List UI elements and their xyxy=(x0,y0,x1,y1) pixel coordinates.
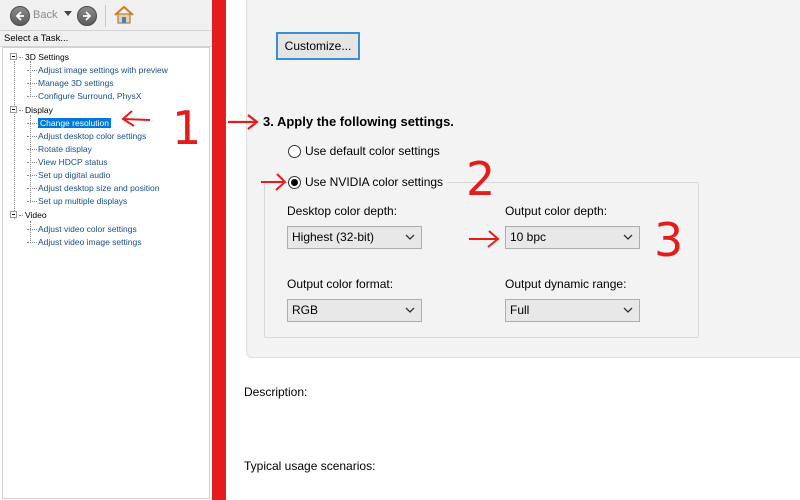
tree-item-label: Configure Surround, PhysX xyxy=(38,91,142,101)
collapse-toggle-icon[interactable] xyxy=(10,106,17,114)
output-color-depth-label: Output color depth: xyxy=(505,204,608,218)
radio-button[interactable] xyxy=(288,144,301,158)
tree-item-multiple-displays[interactable]: Set up multiple displays xyxy=(27,195,127,207)
chevron-down-icon xyxy=(405,307,415,313)
annotation-number-1: 1 xyxy=(172,101,202,155)
output-dynamic-range-label: Output dynamic range: xyxy=(505,277,627,291)
tree-item-manage-3d-settings[interactable]: Manage 3D settings xyxy=(27,77,114,89)
tree-item-video-image[interactable]: Adjust video image settings xyxy=(27,236,141,248)
back-button[interactable] xyxy=(10,6,30,26)
radio-nvidia-color[interactable]: Use NVIDIA color settings xyxy=(288,175,448,189)
toolbar-separator xyxy=(105,5,106,27)
annotation-arrow-3 xyxy=(469,230,500,248)
chevron-down-icon xyxy=(623,307,633,313)
tree-item-desktop-size[interactable]: Adjust desktop size and position xyxy=(27,182,159,194)
select-value: 10 bpc xyxy=(510,230,547,244)
chevron-down-icon xyxy=(405,234,415,240)
tree-item-adjust-desktop-color[interactable]: Adjust desktop color settings xyxy=(27,130,146,142)
radio-button-selected[interactable] xyxy=(288,175,301,189)
select-value: RGB xyxy=(292,303,319,317)
output-color-depth-select[interactable]: 10 bpc xyxy=(505,226,640,249)
tree-item-label: View HDCP status xyxy=(38,157,108,167)
back-label: Back xyxy=(33,9,58,21)
desktop-color-depth-label: Desktop color depth: xyxy=(287,204,398,218)
collapse-toggle-icon[interactable] xyxy=(10,53,17,61)
tree-item-label: Adjust desktop size and position xyxy=(38,183,160,193)
tree-item-digital-audio[interactable]: Set up digital audio xyxy=(27,169,110,181)
tree-item-view-hdcp[interactable]: View HDCP status xyxy=(27,156,108,168)
tree-item-label: Adjust image settings with preview xyxy=(38,65,168,75)
output-dynamic-range-select[interactable]: Full xyxy=(505,299,640,322)
forward-button[interactable] xyxy=(77,6,97,26)
navigation-toolbar: Back xyxy=(0,0,213,31)
usage-scenarios-label: Typical usage scenarios: xyxy=(244,459,376,473)
chevron-down-icon xyxy=(623,234,633,240)
tree-category-3d-settings[interactable]: 3D Settings xyxy=(10,51,69,63)
annotation-number-2: 2 xyxy=(466,152,496,206)
task-pane: Back Select a Task... 3D Settings Adjust xyxy=(0,0,213,500)
tree-item-change-resolution[interactable]: Change resolution xyxy=(27,117,111,129)
tree-item-label: Set up digital audio xyxy=(38,170,111,180)
step-title: 3. Apply the following settings. xyxy=(263,114,454,129)
radio-default-color[interactable]: Use default color settings xyxy=(288,144,440,158)
select-value: Highest (32-bit) xyxy=(292,230,375,244)
settings-pane: Customize... 3. Apply the following sett… xyxy=(226,0,800,500)
annotation-number-3: 3 xyxy=(654,213,684,267)
tree-item-configure-surround[interactable]: Configure Surround, PhysX xyxy=(27,90,141,102)
tree-item-label: Manage 3D settings xyxy=(38,78,114,88)
description-label: Description: xyxy=(244,385,308,399)
collapse-toggle-icon[interactable] xyxy=(10,211,17,219)
customize-button[interactable]: Customize... xyxy=(276,32,360,60)
back-history-dropdown[interactable] xyxy=(64,11,72,16)
tree-item-adjust-image-settings[interactable]: Adjust image settings with preview xyxy=(27,64,168,76)
annotation-divider xyxy=(212,0,226,500)
tree-item-label: Adjust video image settings xyxy=(38,237,142,247)
right-arrow-icon xyxy=(83,11,92,21)
radio-label: Use NVIDIA color settings xyxy=(305,175,444,189)
tree-category-display[interactable]: Display xyxy=(10,104,53,116)
tree-item-label: Adjust desktop color settings xyxy=(38,131,147,141)
annotation-arrow-1 xyxy=(121,110,151,127)
home-icon[interactable] xyxy=(112,3,136,27)
output-color-format-select[interactable]: RGB xyxy=(287,299,422,322)
left-arrow-icon xyxy=(15,11,24,21)
annotation-arrow-2 xyxy=(261,173,287,191)
category-label: Video xyxy=(25,210,47,220)
output-color-format-label: Output color format: xyxy=(287,277,394,291)
tree-item-label: Rotate display xyxy=(38,144,92,154)
task-header: Select a Task... xyxy=(0,31,213,47)
desktop-color-depth-select[interactable]: Highest (32-bit) xyxy=(287,226,422,249)
radio-label: Use default color settings xyxy=(305,144,440,158)
tree-item-label: Change resolution xyxy=(38,118,111,128)
tree-item-video-color[interactable]: Adjust video color settings xyxy=(27,223,137,235)
tree-category-video[interactable]: Video xyxy=(10,209,47,221)
annotation-arrow-step xyxy=(228,114,259,130)
tree-item-label: Adjust video color settings xyxy=(38,224,137,234)
select-value: Full xyxy=(510,303,530,317)
category-label: Display xyxy=(25,105,53,115)
tree-item-rotate-display[interactable]: Rotate display xyxy=(27,143,92,155)
category-label: 3D Settings xyxy=(25,52,69,62)
tree-item-label: Set up multiple displays xyxy=(38,196,128,206)
